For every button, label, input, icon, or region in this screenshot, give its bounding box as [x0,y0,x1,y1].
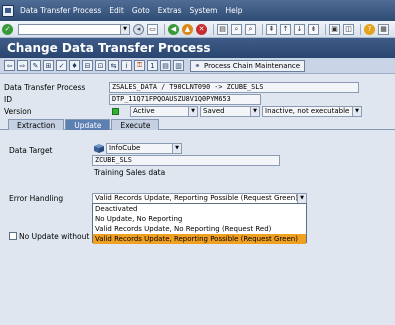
exit-icon[interactable]: ▲ [182,23,193,35]
standard-toolbar: ✓ ▼ ◂ ▭ ◀ ▲ ✕ ▤ ⌕ ⌕ ⇞ ↑ ↓ ⇟ ▣ ◫ ? ▦ [0,21,395,38]
tab-execute[interactable]: Execute [111,119,160,130]
id-field[interactable]: DTP_11Q71FPQOAUSZU8V1Q0PYM653 [109,94,261,105]
find-icon[interactable]: ⌕ [231,23,242,35]
new-session-icon[interactable]: ▣ [329,23,340,35]
id-label: ID [4,95,12,104]
option-no-update-no-reporting[interactable]: No Update, No Reporting [93,214,306,224]
no-update-without-master-checkbox[interactable] [9,232,17,240]
layout-menu-icon[interactable]: ▦ [378,23,389,35]
sap-window-icon[interactable] [2,4,14,17]
forward-arrow-icon[interactable]: ⇨ [17,60,28,71]
target-type-value: InfoCube [109,144,141,152]
check-icon[interactable]: ✓ [56,60,67,71]
execution-status-field[interactable]: Inactive, not executable ▼ [262,106,362,117]
menu-data-transfer-process[interactable]: Data Transfer Process [20,6,101,15]
find-next-icon[interactable]: ⌕ [245,23,256,35]
menu-goto[interactable]: Goto [132,6,150,15]
menu-extras[interactable]: Extras [158,6,182,15]
first-page-icon[interactable]: ⇞ [266,23,277,35]
error-handling-label: Error Handling [9,194,64,203]
print-icon[interactable]: ▤ [217,23,228,35]
compare-icon[interactable]: ⊟ [82,60,93,71]
process-chain-icon: ⚭ [194,61,201,70]
tab-extraction[interactable]: Extraction [8,119,65,130]
target-name-field[interactable]: ZCUBE_SLS [92,155,280,166]
process-chain-maintenance-label: Process Chain Maintenance [204,61,301,70]
delete-icon[interactable]: ▥ [173,60,184,71]
saved-field[interactable]: Saved ▼ [200,106,260,117]
version-value: Active [133,107,155,115]
tab-update[interactable]: Update [65,119,111,130]
menu-help[interactable]: Help [225,6,242,15]
error-handling-dropdown-list: Deactivated No Update, No Reporting Vali… [92,203,307,244]
application-toolbar: ⇦ ⇨ ✎ ⊞ ✓ ♦ ⊟ ⊡ ⇆ i ⚿ 1 ▤ ▥ ⚭ Process Ch… [0,58,395,74]
back-arrow-icon[interactable]: ⇦ [4,60,15,71]
target-type-field[interactable]: InfoCube ▼ [106,143,182,154]
infocube-icon [94,144,104,153]
display-change-icon[interactable]: ✎ [30,60,41,71]
where-used-icon[interactable]: ⊡ [95,60,106,71]
target-description: Training Sales data [94,168,166,177]
tab-strip: Extraction Update Execute [0,119,395,130]
dtp-label: Data Transfer Process [4,83,86,92]
transport-icon[interactable]: ⇆ [108,60,119,71]
last-page-icon[interactable]: ⇟ [308,23,319,35]
back-icon[interactable]: ◀ [168,23,179,35]
process-chain-maintenance-button[interactable]: ⚭ Process Chain Maintenance [190,59,306,72]
no-update-without-master-label: No Update without Mast [19,232,91,241]
error-handling-dropdown-icon[interactable]: ▼ [297,194,306,203]
error-handling-value: Valid Records Update, Reporting Possible… [95,194,298,202]
option-valid-records-reporting-possible[interactable]: Valid Records Update, Reporting Possible… [93,234,306,244]
info-icon[interactable]: i [121,60,132,71]
other-object-icon[interactable]: ⊞ [43,60,54,71]
enter-check-icon[interactable]: ✓ [2,23,13,35]
execution-status-dropdown-icon[interactable]: ▼ [352,107,361,116]
help-icon[interactable]: ? [364,23,375,35]
target-type-dropdown-icon[interactable]: ▼ [172,144,181,153]
command-field[interactable]: ▼ [18,23,130,35]
save-icon[interactable]: ▭ [147,23,158,35]
version-dropdown-icon[interactable]: ▼ [188,107,197,116]
command-dropdown-icon[interactable]: ▼ [120,24,129,34]
menu-edit[interactable]: Edit [109,6,124,15]
option-deactivated[interactable]: Deactivated [93,204,306,214]
saved-dropdown-icon[interactable]: ▼ [250,107,259,116]
execution-status-value: Inactive, not executable [265,107,350,115]
lock-icon[interactable]: ⚿ [134,60,145,71]
expand-icon[interactable]: 1 [147,60,158,71]
cancel-icon[interactable]: ✕ [196,23,207,35]
menu-system[interactable]: System [189,6,217,15]
version-field[interactable]: Active ▼ [130,106,198,117]
dtp-field[interactable]: ZSALES_DATA / T90CLNT090 -> ZCUBE_SLS [109,82,359,93]
command-history-icon[interactable]: ◂ [133,23,144,35]
saved-value: Saved [203,107,225,115]
menu-bar: Data Transfer Process Edit Goto Extras S… [0,0,395,21]
next-page-icon[interactable]: ↓ [294,23,305,35]
page-title: Change Data Transfer Process [0,38,395,58]
active-status-icon [112,108,119,115]
data-target-label: Data Target [9,146,53,155]
version-label: Version [4,107,32,116]
shortcut-icon[interactable]: ◫ [343,23,354,35]
activate-icon[interactable]: ♦ [69,60,80,71]
previous-page-icon[interactable]: ↑ [280,23,291,35]
option-valid-records-no-reporting[interactable]: Valid Records Update, No Reporting (Requ… [93,224,306,234]
documents-icon[interactable]: ▤ [160,60,171,71]
